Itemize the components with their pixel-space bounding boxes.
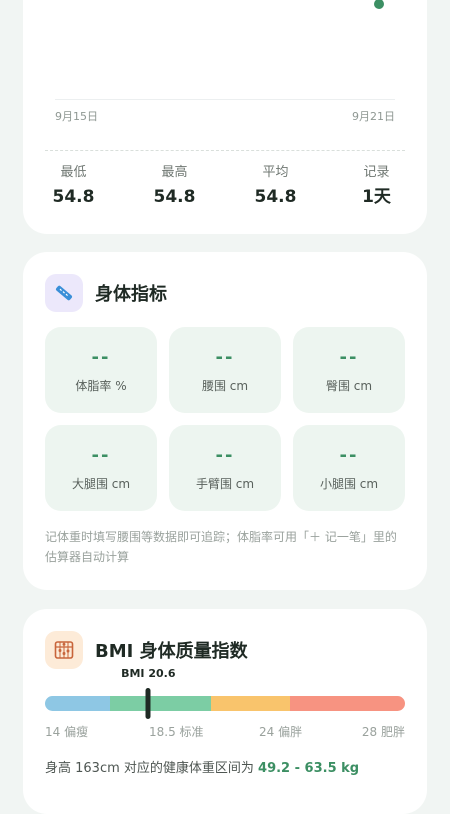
stat-label: 平均 — [262, 165, 289, 180]
metric-tile-body-fat[interactable]: -- 体脂率 % — [45, 327, 157, 413]
stat-label: 记录 — [363, 165, 390, 180]
metric-value: -- — [215, 347, 235, 368]
bmi-card: BMI 身体质量指数 BMI 20.6 14 偏瘦 18.5 标准 24 偏胖 … — [23, 609, 427, 814]
body-metrics-header: 身体指标 — [45, 274, 167, 312]
body-metrics-hint: 记体重时填写腰围等数据即可追踪；体脂率可用「＋ 记一笔」里的估算器自动计算 — [45, 530, 397, 564]
stat-value: 54.8 — [52, 187, 95, 207]
metric-grid: -- 体脂率 % -- 腰围 cm -- 臀围 cm -- 大腿围 cm -- … — [45, 327, 405, 511]
metric-label: 小腿围 cm — [319, 477, 379, 491]
body-metrics-title: 身体指标 — [95, 284, 167, 305]
bmi-title: BMI 身体质量指数 — [95, 641, 248, 662]
stat-min: 最低 54.8 — [23, 165, 124, 207]
healthy-weight-note: 身高 163cm 对应的健康体重区间为 49.2 - 63.5 kg — [45, 757, 359, 776]
metric-value: -- — [91, 347, 111, 368]
stat-value: 54.8 — [254, 187, 297, 207]
metric-label: 体脂率 % — [75, 379, 127, 393]
healthy-weight-range: 49.2 - 63.5 kg — [258, 761, 360, 776]
bmi-scale-ticks: 14 偏瘦 18.5 标准 24 偏胖 28 肥胖 — [45, 723, 405, 739]
metric-tile-hip[interactable]: -- 臀围 cm — [293, 327, 405, 413]
chart-data-point[interactable] — [374, 0, 384, 9]
bmi-segment-0 — [45, 696, 110, 711]
metric-value: -- — [91, 445, 111, 466]
abacus-icon — [45, 631, 83, 669]
bmi-tick-obese: 28 肥胖 — [361, 725, 405, 739]
healthy-weight-note-text: 身高 163cm 对应的健康体重区间为 — [45, 761, 259, 776]
tape-measure-icon — [45, 274, 83, 312]
bmi-segment-2 — [210, 696, 290, 711]
chart-baseline — [55, 99, 395, 100]
metric-tile-calf[interactable]: -- 小腿围 cm — [293, 425, 405, 511]
body-metrics-card: 身体指标 -- 体脂率 % -- 腰围 cm -- 臀围 cm -- 大腿围 c… — [23, 252, 427, 590]
metric-label: 腰围 cm — [201, 379, 249, 393]
bmi-segment-3 — [289, 696, 405, 711]
metric-tile-thigh[interactable]: -- 大腿围 cm — [45, 425, 157, 511]
metric-value: -- — [339, 445, 359, 466]
metric-tile-arm[interactable]: -- 手臂围 cm — [169, 425, 281, 511]
bmi-tick-underweight: 14 偏瘦 — [45, 725, 89, 739]
divider — [45, 150, 405, 151]
metric-label: 手臂围 cm — [195, 477, 255, 491]
weight-trend-card: 9月15日 9月21日 最低 54.8 最高 54.8 平均 54.8 记录 1… — [23, 0, 427, 234]
stat-label: 最低 — [60, 165, 87, 180]
metric-label: 臀围 cm — [325, 379, 373, 393]
bmi-tick-overweight: 24 偏胖 — [259, 725, 303, 739]
metric-value: -- — [215, 445, 235, 466]
stat-records: 记录 1天 — [326, 165, 427, 207]
weight-stats: 最低 54.8 最高 54.8 平均 54.8 记录 1天 — [23, 165, 427, 207]
bmi-scale-bar — [45, 696, 405, 711]
metric-tile-waist[interactable]: -- 腰围 cm — [169, 327, 281, 413]
stat-value: 1天 — [362, 187, 391, 207]
weight-trend-chart — [55, 0, 395, 100]
stat-value: 54.8 — [153, 187, 196, 207]
bmi-marker — [145, 688, 151, 719]
x-axis-start-label: 9月15日 — [55, 110, 98, 123]
bmi-tick-normal: 18.5 标准 — [149, 725, 204, 739]
bmi-marker-label: BMI 20.6 — [121, 667, 176, 680]
stat-max: 最高 54.8 — [124, 165, 225, 207]
x-axis-end-label: 9月21日 — [352, 110, 395, 123]
bmi-header: BMI 身体质量指数 — [45, 631, 248, 669]
stat-average: 平均 54.8 — [225, 165, 326, 207]
stat-label: 最高 — [161, 165, 188, 180]
bmi-segment-1 — [109, 696, 211, 711]
metric-value: -- — [339, 347, 359, 368]
metric-label: 大腿围 cm — [71, 477, 131, 491]
